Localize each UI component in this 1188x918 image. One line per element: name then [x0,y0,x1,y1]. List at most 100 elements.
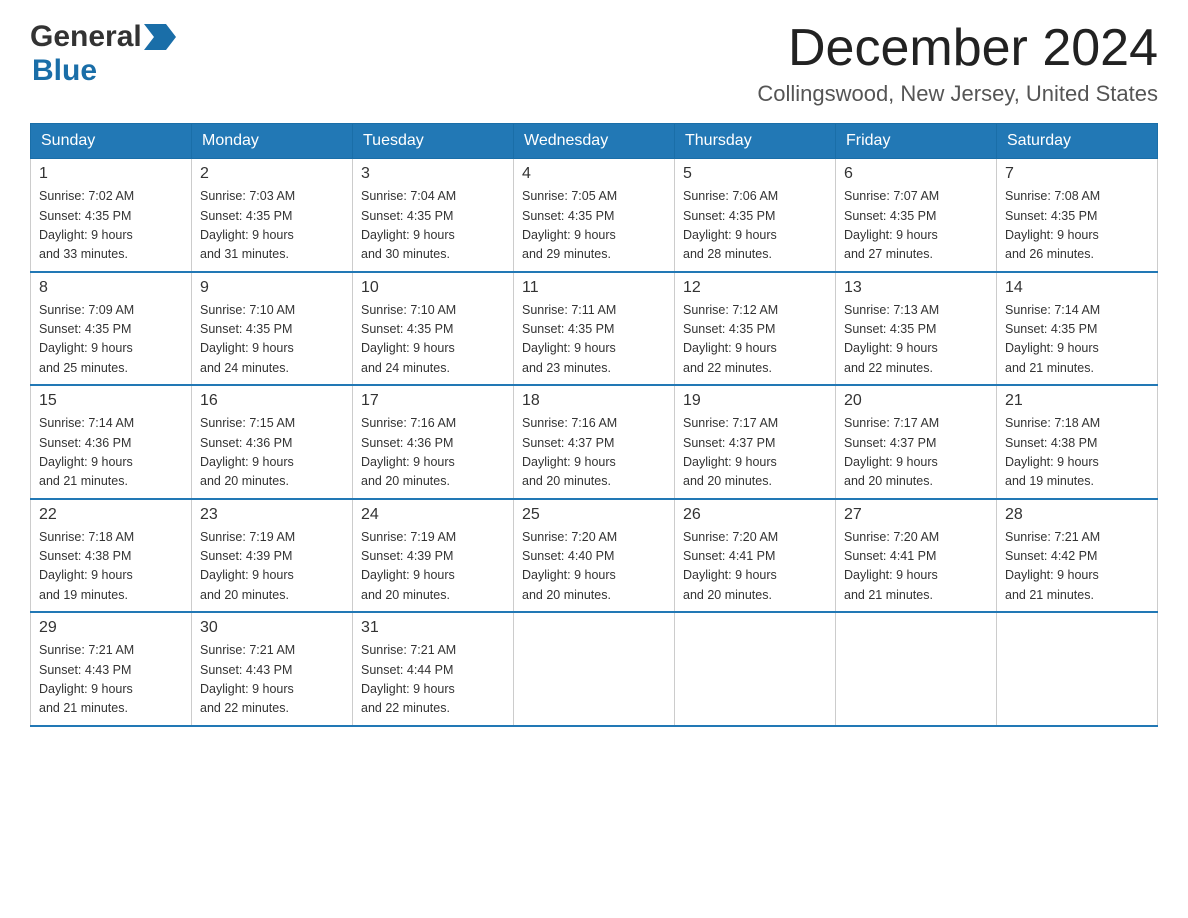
day-number: 26 [683,506,827,524]
day-info: Sunrise: 7:18 AMSunset: 4:38 PMDaylight:… [1005,414,1149,492]
day-info: Sunrise: 7:10 AMSunset: 4:35 PMDaylight:… [361,301,505,379]
day-cell: 16 Sunrise: 7:15 AMSunset: 4:36 PMDaylig… [192,385,353,499]
day-cell: 28 Sunrise: 7:21 AMSunset: 4:42 PMDaylig… [997,499,1158,613]
day-info: Sunrise: 7:19 AMSunset: 4:39 PMDaylight:… [361,528,505,606]
day-info: Sunrise: 7:11 AMSunset: 4:35 PMDaylight:… [522,301,666,379]
day-info: Sunrise: 7:17 AMSunset: 4:37 PMDaylight:… [844,414,988,492]
day-number: 2 [200,165,344,183]
day-info: Sunrise: 7:09 AMSunset: 4:35 PMDaylight:… [39,301,183,379]
day-cell: 19 Sunrise: 7:17 AMSunset: 4:37 PMDaylig… [675,385,836,499]
day-cell: 15 Sunrise: 7:14 AMSunset: 4:36 PMDaylig… [31,385,192,499]
day-info: Sunrise: 7:10 AMSunset: 4:35 PMDaylight:… [200,301,344,379]
day-cell: 6 Sunrise: 7:07 AMSunset: 4:35 PMDayligh… [836,159,997,272]
day-info: Sunrise: 7:18 AMSunset: 4:38 PMDaylight:… [39,528,183,606]
day-number: 24 [361,506,505,524]
day-cell: 22 Sunrise: 7:18 AMSunset: 4:38 PMDaylig… [31,499,192,613]
day-cell: 12 Sunrise: 7:12 AMSunset: 4:35 PMDaylig… [675,272,836,386]
day-info: Sunrise: 7:03 AMSunset: 4:35 PMDaylight:… [200,187,344,265]
day-number: 5 [683,165,827,183]
day-number: 29 [39,619,183,637]
day-cell: 23 Sunrise: 7:19 AMSunset: 4:39 PMDaylig… [192,499,353,613]
header-monday: Monday [192,124,353,159]
location-title: Collingswood, New Jersey, United States [757,81,1158,107]
day-number: 13 [844,279,988,297]
day-cell: 14 Sunrise: 7:14 AMSunset: 4:35 PMDaylig… [997,272,1158,386]
day-cell: 9 Sunrise: 7:10 AMSunset: 4:35 PMDayligh… [192,272,353,386]
day-cell: 8 Sunrise: 7:09 AMSunset: 4:35 PMDayligh… [31,272,192,386]
day-cell: 20 Sunrise: 7:17 AMSunset: 4:37 PMDaylig… [836,385,997,499]
day-cell: 18 Sunrise: 7:16 AMSunset: 4:37 PMDaylig… [514,385,675,499]
day-number: 12 [683,279,827,297]
day-cell [997,612,1158,726]
day-info: Sunrise: 7:20 AMSunset: 4:40 PMDaylight:… [522,528,666,606]
day-info: Sunrise: 7:04 AMSunset: 4:35 PMDaylight:… [361,187,505,265]
day-number: 1 [39,165,183,183]
logo-blue-text: Blue [32,54,178,88]
day-info: Sunrise: 7:14 AMSunset: 4:35 PMDaylight:… [1005,301,1149,379]
day-cell: 31 Sunrise: 7:21 AMSunset: 4:44 PMDaylig… [353,612,514,726]
day-cell: 24 Sunrise: 7:19 AMSunset: 4:39 PMDaylig… [353,499,514,613]
header-sunday: Sunday [31,124,192,159]
day-cell: 2 Sunrise: 7:03 AMSunset: 4:35 PMDayligh… [192,159,353,272]
day-info: Sunrise: 7:14 AMSunset: 4:36 PMDaylight:… [39,414,183,492]
day-cell: 25 Sunrise: 7:20 AMSunset: 4:40 PMDaylig… [514,499,675,613]
day-number: 22 [39,506,183,524]
day-number: 18 [522,392,666,410]
day-info: Sunrise: 7:20 AMSunset: 4:41 PMDaylight:… [844,528,988,606]
day-cell: 5 Sunrise: 7:06 AMSunset: 4:35 PMDayligh… [675,159,836,272]
day-info: Sunrise: 7:21 AMSunset: 4:43 PMDaylight:… [39,641,183,719]
day-number: 19 [683,392,827,410]
day-info: Sunrise: 7:20 AMSunset: 4:41 PMDaylight:… [683,528,827,606]
day-info: Sunrise: 7:19 AMSunset: 4:39 PMDaylight:… [200,528,344,606]
day-number: 3 [361,165,505,183]
week-row-2: 8 Sunrise: 7:09 AMSunset: 4:35 PMDayligh… [31,272,1158,386]
day-cell: 26 Sunrise: 7:20 AMSunset: 4:41 PMDaylig… [675,499,836,613]
day-cell: 11 Sunrise: 7:11 AMSunset: 4:35 PMDaylig… [514,272,675,386]
logo-icon [144,24,176,50]
day-cell: 3 Sunrise: 7:04 AMSunset: 4:35 PMDayligh… [353,159,514,272]
day-number: 17 [361,392,505,410]
day-cell: 1 Sunrise: 7:02 AMSunset: 4:35 PMDayligh… [31,159,192,272]
day-number: 16 [200,392,344,410]
day-number: 4 [522,165,666,183]
day-number: 31 [361,619,505,637]
week-row-4: 22 Sunrise: 7:18 AMSunset: 4:38 PMDaylig… [31,499,1158,613]
day-number: 9 [200,279,344,297]
week-row-5: 29 Sunrise: 7:21 AMSunset: 4:43 PMDaylig… [31,612,1158,726]
logo: General Blue [30,20,178,88]
day-info: Sunrise: 7:06 AMSunset: 4:35 PMDaylight:… [683,187,827,265]
day-number: 8 [39,279,183,297]
day-info: Sunrise: 7:21 AMSunset: 4:44 PMDaylight:… [361,641,505,719]
day-cell: 13 Sunrise: 7:13 AMSunset: 4:35 PMDaylig… [836,272,997,386]
day-cell: 7 Sunrise: 7:08 AMSunset: 4:35 PMDayligh… [997,159,1158,272]
page-header: General Blue December 2024 Collingswood,… [30,20,1158,107]
day-number: 15 [39,392,183,410]
day-number: 10 [361,279,505,297]
day-info: Sunrise: 7:08 AMSunset: 4:35 PMDaylight:… [1005,187,1149,265]
day-number: 14 [1005,279,1149,297]
week-row-3: 15 Sunrise: 7:14 AMSunset: 4:36 PMDaylig… [31,385,1158,499]
day-number: 11 [522,279,666,297]
day-cell: 30 Sunrise: 7:21 AMSunset: 4:43 PMDaylig… [192,612,353,726]
header-saturday: Saturday [997,124,1158,159]
header-thursday: Thursday [675,124,836,159]
day-number: 7 [1005,165,1149,183]
day-number: 25 [522,506,666,524]
day-number: 28 [1005,506,1149,524]
calendar-header-row: SundayMondayTuesdayWednesdayThursdayFrid… [31,124,1158,159]
day-cell: 4 Sunrise: 7:05 AMSunset: 4:35 PMDayligh… [514,159,675,272]
day-cell [836,612,997,726]
day-number: 6 [844,165,988,183]
header-tuesday: Tuesday [353,124,514,159]
title-area: December 2024 Collingswood, New Jersey, … [757,20,1158,107]
day-cell: 10 Sunrise: 7:10 AMSunset: 4:35 PMDaylig… [353,272,514,386]
header-friday: Friday [836,124,997,159]
day-cell: 17 Sunrise: 7:16 AMSunset: 4:36 PMDaylig… [353,385,514,499]
day-info: Sunrise: 7:16 AMSunset: 4:36 PMDaylight:… [361,414,505,492]
day-info: Sunrise: 7:05 AMSunset: 4:35 PMDaylight:… [522,187,666,265]
day-info: Sunrise: 7:02 AMSunset: 4:35 PMDaylight:… [39,187,183,265]
day-info: Sunrise: 7:16 AMSunset: 4:37 PMDaylight:… [522,414,666,492]
day-number: 27 [844,506,988,524]
day-number: 20 [844,392,988,410]
day-cell: 27 Sunrise: 7:20 AMSunset: 4:41 PMDaylig… [836,499,997,613]
